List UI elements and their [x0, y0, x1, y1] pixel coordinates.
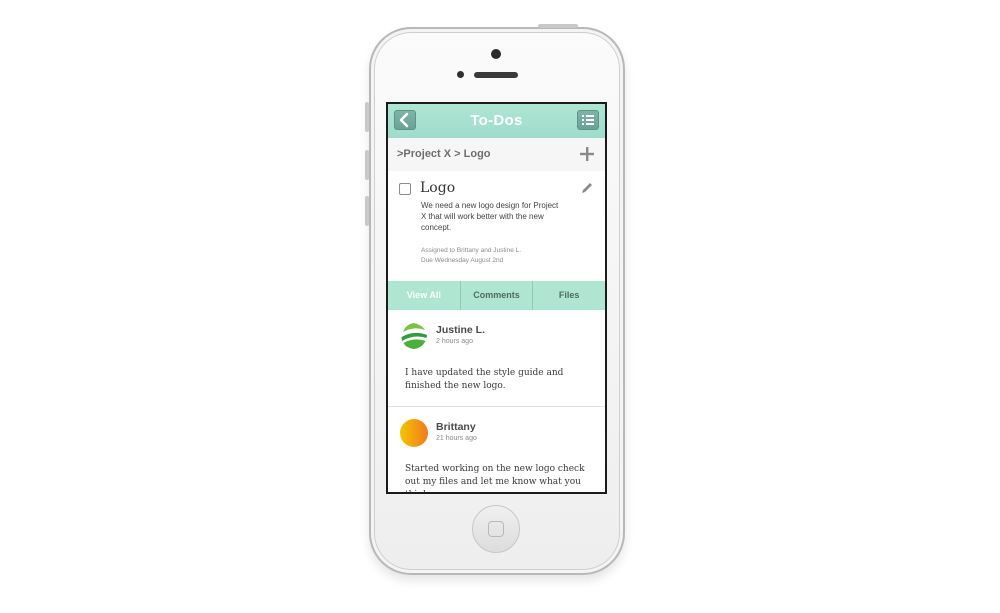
volume-up-button — [365, 150, 369, 180]
page-title: To-Dos — [470, 112, 523, 129]
green-globe-avatar — [401, 323, 427, 349]
pencil-icon[interactable] — [580, 181, 594, 195]
tab-bar: View All Comments Files — [388, 281, 605, 310]
app-screen: To-Dos >Project X > Logo Logo We need a … — [386, 102, 607, 494]
home-square-icon — [488, 521, 504, 537]
front-camera — [491, 49, 501, 59]
task-detail: Logo We need a new logo design for Proje… — [388, 171, 605, 281]
tab-comments[interactable]: Comments — [461, 281, 534, 310]
power-button — [538, 24, 578, 28]
tab-view-all[interactable]: View All — [388, 281, 461, 310]
comment-item: Brittany 21 hours ago Started working on… — [388, 407, 605, 492]
comment-text: I have updated the style guide and finis… — [405, 368, 564, 391]
list-icon — [582, 115, 594, 125]
comment-author: Brittany — [436, 421, 476, 433]
task-meta: Assigned to Brittany and Justine L. Due … — [421, 246, 581, 266]
comment-text: Started working on the new logo check ou… — [405, 464, 585, 492]
comment-item: Justine L. 2 hours ago I have updated th… — [388, 310, 605, 407]
volume-down-button — [365, 196, 369, 226]
task-due-date: Due Wednesday August 2nd — [421, 257, 504, 264]
comment-author: Justine L. — [436, 324, 486, 336]
task-title: Logo — [420, 180, 456, 196]
comment-timestamp: 2 hours ago — [436, 338, 473, 345]
breadcrumb-bar: >Project X > Logo — [388, 138, 605, 171]
comment-timestamp: 21 hours ago — [436, 435, 477, 442]
home-button[interactable] — [472, 505, 520, 553]
orange-circle-avatar — [400, 419, 428, 447]
earpiece-speaker — [474, 72, 518, 78]
breadcrumb[interactable]: >Project X > Logo — [397, 148, 491, 160]
task-checkbox[interactable] — [399, 183, 411, 195]
tab-files[interactable]: Files — [533, 281, 605, 310]
proximity-sensor — [457, 71, 464, 78]
navigation-bar: To-Dos — [388, 104, 605, 138]
menu-button[interactable] — [577, 110, 599, 130]
mute-switch — [365, 102, 369, 132]
task-assigned: Assigned to Brittany and Justine L. — [421, 247, 522, 254]
plus-icon[interactable] — [579, 146, 595, 162]
task-description: We need a new logo design for Project X … — [421, 201, 559, 232]
